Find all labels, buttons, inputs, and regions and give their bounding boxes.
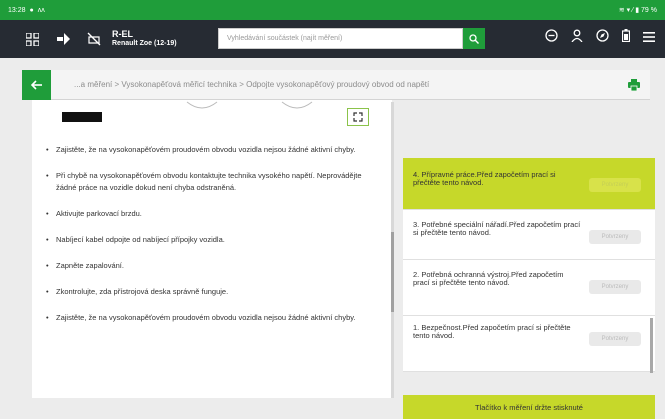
instruction-item: Při chybě na vysokonapěťovém obvodu kont… [46,170,381,194]
status-bar: 13:28 ● ʌʌ ≋ ▾ ⁄ ▮ 79 % [0,0,665,20]
step-2[interactable]: 2. Potřebná ochranná výstroj.Před započe… [403,260,655,316]
menu-icon[interactable] [643,29,655,47]
top-bar: R-EL Renault Zoe (12-19) Vyhledávání sou… [0,20,665,58]
arrow-left-icon [31,80,42,90]
expand-icon [353,112,363,122]
instruction-item: Zapněte zapalování. [46,260,381,272]
print-button[interactable] [626,77,642,93]
status-dot-icon: ● [29,6,34,14]
vehicle-info: R-EL Renault Zoe (12-19) [112,29,177,49]
no-connection-icon[interactable] [84,29,104,49]
vehicle-code: R-EL [112,29,133,39]
status-time: 13:28 [8,6,26,14]
instructions-panel: Zajistěte, že na vysokonapěťovém proudov… [32,100,392,398]
status-ms-icon: ʌʌ [37,6,45,14]
status-system-indicators: ≋ ▾ ⁄ ▮ 79 % [618,7,657,14]
grid-icon[interactable] [22,29,42,49]
instruction-item: Zajistěte, že na vysokonapěťovém proudov… [46,312,381,324]
hold-measure-button[interactable]: Tlačítko k měření držte stisknuté [403,395,655,419]
steps-scrollbar[interactable] [650,318,653,373]
battery-icon[interactable] [621,29,631,47]
expand-image-button[interactable] [347,108,369,126]
confirm-button[interactable]: Potvrzeny [589,230,641,244]
confirm-button[interactable]: Potvrzeny [589,332,641,346]
minus-circle-icon[interactable] [545,29,558,47]
instructions-scrollbar-thumb[interactable] [391,232,394,312]
breadcrumb[interactable]: ...a měření > Vysokonapěťová měřicí tech… [74,80,429,89]
search-button[interactable] [463,28,485,49]
vehicle-model: Renault Zoe (12-19) [112,40,177,47]
instruction-item: Zkontrolujte, zda přístrojová deska sprá… [46,286,381,298]
step-text: 2. Potřebná ochranná výstroj.Před započe… [413,270,564,287]
search-icon [469,33,479,44]
instruction-list: Zajistěte, že na vysokonapěťovém proudov… [46,144,381,338]
step-text: 3. Potřebné speciální nářadí.Před započe… [413,220,581,237]
step-text: 4. Přípravné práce.Před započetím prací … [413,170,556,187]
user-icon[interactable] [571,29,583,47]
instruction-item: Aktivujte parkovací brzdu. [46,208,381,220]
confirm-button[interactable]: Potvrzeny [589,178,641,192]
car-plug-icon[interactable] [54,29,74,49]
step-text: 1. Bezpečnost.Před započetím prací si př… [413,323,571,340]
confirm-button[interactable]: Potvrzeny [589,280,641,294]
printer-icon [628,79,640,91]
instruction-item: Nabíjecí kabel odpojte od nabíjecí přípo… [46,234,381,246]
step-1[interactable]: 1. Bezpečnost.Před započetím prací si př… [403,316,655,372]
back-button[interactable] [22,70,51,100]
search-input[interactable]: Vyhledávání součástek (najít měření) [218,28,463,49]
steps-panel: 4. Přípravné práce.Před započetím prací … [403,100,665,419]
step-4[interactable]: 4. Přípravné práce.Před započetím prací … [403,158,655,210]
instruction-item: Zajistěte, že na vysokonapěťovém proudov… [46,144,381,156]
breadcrumb-bar: ...a měření > Vysokonapěťová měřicí tech… [22,70,650,100]
diagram-image [32,100,392,128]
diagram-lines [186,101,313,109]
step-3[interactable]: 3. Potřebné speciální nářadí.Před započe… [403,210,655,260]
compass-icon[interactable] [596,29,609,47]
